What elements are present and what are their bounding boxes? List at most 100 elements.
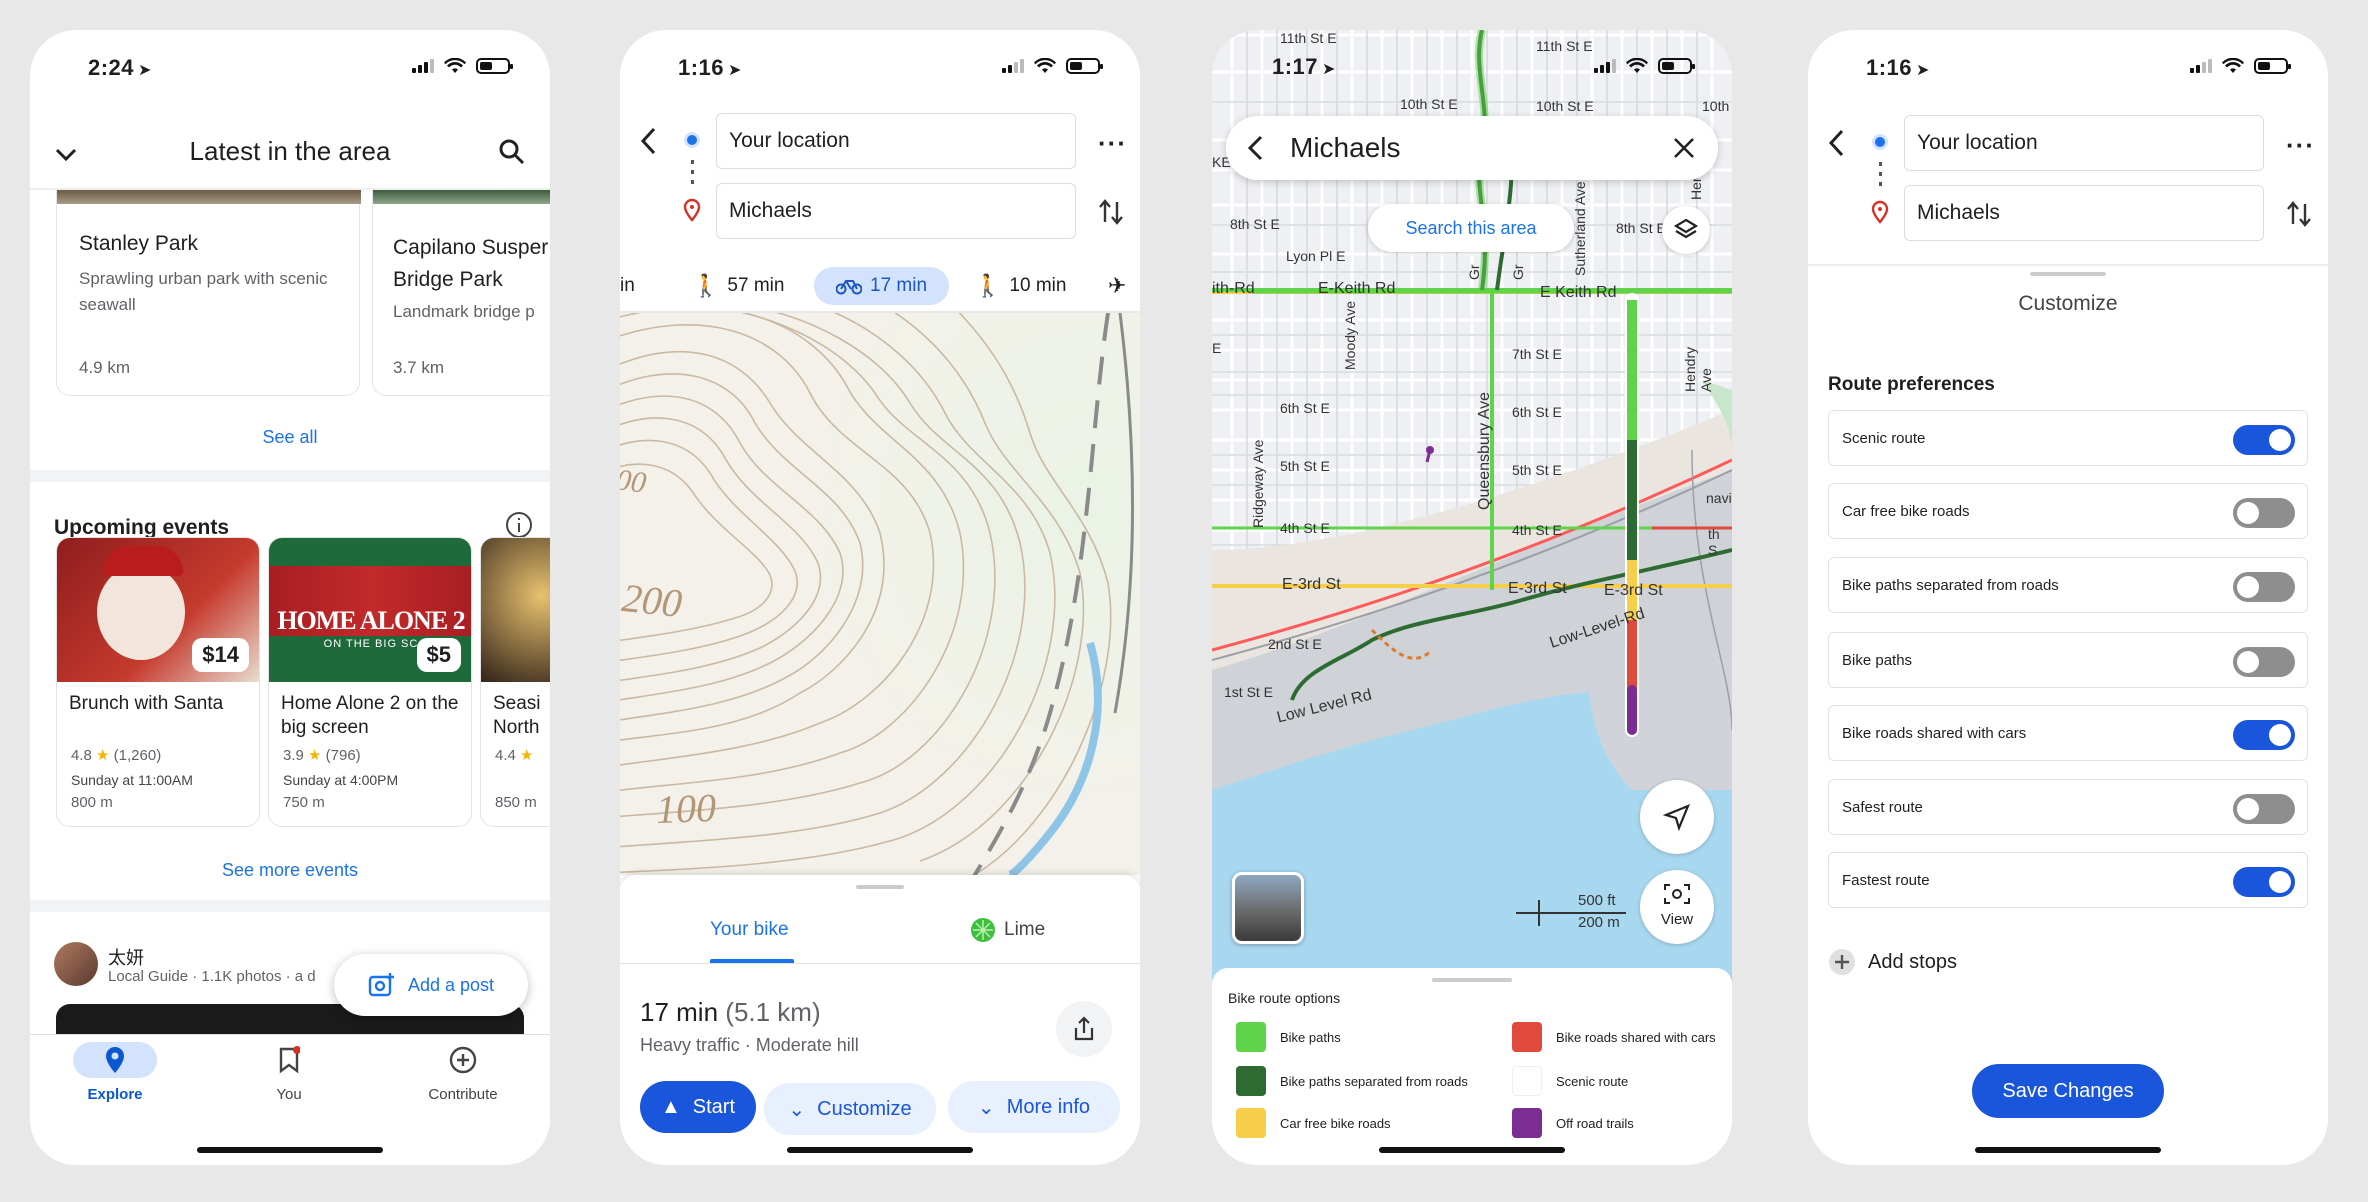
legend-separated: Bike paths separated from roads — [1236, 1066, 1468, 1096]
toggle-switch[interactable] — [2233, 867, 2295, 897]
tab-your-bike[interactable]: Your bike — [710, 919, 789, 941]
mode-drive[interactable]: in — [620, 275, 635, 297]
back-icon[interactable] — [1242, 132, 1270, 164]
toggle-switch[interactable] — [2233, 498, 2295, 528]
back-icon[interactable] — [1822, 126, 1852, 160]
event-photo: HOME ALONE 2 ON THE BIG SC $5 — [269, 538, 471, 682]
event-rating: 4.8 — [71, 747, 92, 764]
swap-icon[interactable] — [1096, 196, 1126, 228]
start-button[interactable]: ▲ Start — [640, 1081, 756, 1133]
nav-contribute[interactable]: Contribute — [408, 1042, 518, 1103]
mode-transit[interactable]: 🚶 10 min — [974, 273, 1066, 299]
street-label: 1st St E — [1224, 684, 1274, 700]
battery-icon — [1066, 58, 1103, 74]
place-card[interactable]: Capilano Susper Bridge Park Landmark brid… — [372, 190, 550, 396]
customize-button[interactable]: ⌄ Customize — [764, 1083, 936, 1135]
tab-lime[interactable]: Lime — [1004, 919, 1045, 941]
street-label: 5th St E — [1280, 458, 1330, 474]
legend-label: Bike roads shared with cars — [1556, 1029, 1716, 1045]
contour-label: 200 — [620, 574, 685, 627]
post-author[interactable]: 太妍 — [108, 944, 144, 970]
more-info-label: More info — [1006, 1095, 1091, 1118]
back-icon[interactable] — [634, 124, 664, 158]
see-all-link[interactable]: See all — [30, 427, 550, 448]
bookmark-icon — [234, 1042, 344, 1078]
event-card[interactable]: Seasi North 4.4 ★ 850 m — [480, 537, 550, 827]
destination-field[interactable]: Michaels — [1904, 185, 2264, 241]
more-info-button[interactable]: ⌄ More info — [948, 1081, 1120, 1133]
phone-map-screen: 11th St E 11th St E 10th St E 10th St E … — [1212, 30, 1732, 1165]
chevron-down-icon: ⌄ — [788, 1098, 806, 1121]
add-post-label: Add a post — [407, 974, 495, 995]
pref-bike-paths-separated[interactable]: Bike paths separated from roads — [1828, 557, 2308, 613]
scale-ft: 500 ft — [1578, 892, 1616, 909]
street-view-thumbnail[interactable] — [1232, 872, 1304, 944]
event-distance: 850 m — [495, 794, 537, 811]
info-icon[interactable] — [504, 510, 534, 540]
add-stops-button[interactable]: Add stops — [1828, 948, 1957, 976]
toggle-switch[interactable] — [2233, 425, 2295, 455]
add-post-button[interactable]: Add a post — [334, 954, 528, 1016]
drag-handle[interactable] — [1432, 978, 1512, 982]
origin-field[interactable]: Your location — [1904, 115, 2264, 171]
avatar[interactable] — [54, 942, 98, 986]
layers-button[interactable] — [1662, 206, 1710, 254]
my-location-button[interactable] — [1640, 780, 1714, 854]
pref-fastest-route[interactable]: Fastest route — [1828, 852, 2308, 908]
legend-label: Car free bike roads — [1280, 1115, 1391, 1131]
street-label: 8th St E — [1230, 216, 1280, 232]
street-label: navi — [1706, 490, 1732, 506]
origin-field[interactable]: Your location — [716, 113, 1076, 169]
phone-customize-screen: 1:16 ➤ Your location Michaels ··· Customi… — [1808, 30, 2328, 1165]
mode-flight[interactable]: ✈ — [1108, 273, 1126, 299]
origin-dot-icon — [1872, 134, 1888, 150]
search-icon[interactable] — [496, 136, 528, 168]
signal-icon — [1594, 59, 1616, 73]
toggle-switch[interactable] — [2233, 794, 2295, 824]
home-indicator — [787, 1147, 973, 1153]
event-card[interactable]: HOME ALONE 2 ON THE BIG SC $5 Home Alone… — [268, 537, 472, 827]
nav-explore[interactable]: Explore — [60, 1042, 170, 1103]
view-button[interactable]: View — [1640, 870, 1714, 944]
more-options-icon[interactable]: ··· — [1098, 128, 1127, 159]
share-icon — [1074, 1016, 1094, 1041]
legend-car-free: Car free bike roads — [1236, 1108, 1391, 1138]
pref-bike-roads-shared[interactable]: Bike roads shared with cars — [1828, 705, 2308, 761]
swap-icon[interactable] — [2284, 198, 2314, 230]
status-bar: 1:16 ➤ — [1808, 30, 2328, 106]
search-input[interactable]: Michaels — [1290, 132, 1400, 164]
mode-walk[interactable]: 🚶 57 min — [692, 273, 784, 299]
pref-safest-route[interactable]: Safest route — [1828, 779, 2308, 835]
event-card[interactable]: $14 Brunch with Santa 4.8 ★ (1,260) Sund… — [56, 537, 260, 827]
pref-scenic-route[interactable]: Scenic route — [1828, 410, 2308, 466]
nav-you[interactable]: You — [234, 1042, 344, 1103]
phone-directions-screen: 1:16 ➤ Your location Michaels ··· in 🚶 57 … — [620, 30, 1140, 1165]
street-label: E Keith Rd — [1540, 284, 1617, 301]
drag-handle[interactable] — [2030, 272, 2106, 276]
toggle-switch[interactable] — [2233, 572, 2295, 602]
place-card[interactable]: Stanley Park Sprawling urban park with s… — [56, 190, 361, 396]
legend-label: Scenic route — [1556, 1073, 1629, 1089]
destination-field[interactable]: Michaels — [716, 183, 1076, 239]
close-icon[interactable] — [1672, 136, 1696, 160]
see-more-events-link[interactable]: See more events — [30, 860, 550, 881]
toggle-switch[interactable] — [2233, 720, 2295, 750]
pref-car-free-bike-roads[interactable]: Car free bike roads — [1828, 483, 2308, 539]
bike-icon — [836, 280, 862, 295]
topographic-map[interactable]: 00 200 100 — [620, 313, 1140, 875]
drag-handle[interactable] — [856, 885, 904, 889]
page-title: Latest in the area — [189, 136, 391, 166]
save-changes-button[interactable]: Save Changes — [1972, 1064, 2164, 1118]
search-bar[interactable]: Michaels — [1226, 116, 1718, 180]
share-button[interactable] — [1056, 1001, 1112, 1057]
price-badge: $5 — [416, 638, 461, 672]
street-label: th S — [1708, 526, 1720, 558]
place-description: Landmark bridge p — [393, 302, 535, 321]
more-options-icon[interactable]: ··· — [2286, 130, 2315, 161]
event-title: Brunch with Santa — [69, 693, 224, 714]
search-this-area-button[interactable]: Search this area — [1368, 204, 1574, 252]
mode-bike[interactable]: 17 min — [814, 267, 950, 305]
legend-off-road: Off road trails — [1512, 1108, 1634, 1138]
toggle-switch[interactable] — [2233, 647, 2295, 677]
pref-bike-paths[interactable]: Bike paths — [1828, 632, 2308, 688]
